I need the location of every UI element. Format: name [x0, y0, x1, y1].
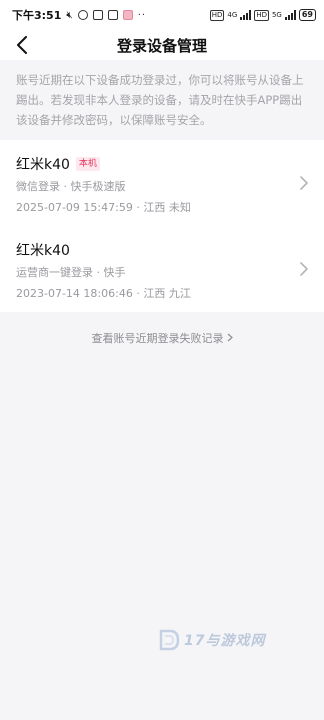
chevron-right-icon: [227, 333, 233, 342]
network-4g-icon: 4G: [227, 11, 238, 19]
device-title-line: 红米k40: [16, 240, 308, 260]
chevron-right-icon: [300, 176, 308, 190]
hd-icon: HD: [254, 9, 269, 21]
device-login-method: 微信登录 · 快手极速版: [16, 180, 126, 193]
device-login-time: 2025-07-09 15:47:59 · 江西 未知: [16, 201, 191, 214]
signal-icon: [240, 10, 252, 20]
network-5g-icon: 5G: [271, 11, 282, 19]
alarm-icon: [77, 10, 88, 20]
back-button[interactable]: [8, 32, 36, 58]
status-bar: 下午3:51 🔇︎ ·· HD 4G HD 5G 69: [0, 0, 324, 30]
device-row[interactable]: 红米k40 运营商一键登录 · 快手 2023-07-14 18:06:46 ·…: [0, 226, 324, 312]
battery-icon: 69: [298, 9, 316, 21]
watermark-text: 17与游戏网: [184, 633, 266, 649]
app-notification-icon: [107, 10, 118, 20]
signal-icon: [284, 10, 296, 20]
device-name: 红米k40: [16, 243, 70, 259]
watermark-logo-icon: [159, 629, 180, 651]
device-list: 红米k40 本机 微信登录 · 快手极速版 2025-07-09 15:47:5…: [0, 140, 324, 312]
status-left: 下午3:51 🔇︎ ··: [12, 7, 146, 23]
current-device-badge: 本机: [75, 157, 100, 171]
nav-bar: 登录设备管理: [0, 30, 324, 60]
more-notifications-icon: ··: [137, 9, 147, 21]
device-login-time: 2023-07-14 18:06:46 · 江西 九江: [16, 287, 191, 300]
device-name: 红米k40: [16, 157, 70, 173]
security-notice: 账号近期在以下设备成功登录过，你可以将账号从设备上踢出。若发现非本人登录的设备，…: [0, 60, 324, 140]
mute-icon: 🔇︎: [66, 9, 73, 21]
device-row[interactable]: 红米k40 本机 微信登录 · 快手极速版 2025-07-09 15:47:5…: [0, 140, 324, 226]
app-notification-icon: [122, 10, 133, 20]
device-title-line: 红米k40 本机: [16, 154, 308, 174]
failed-login-records-label: 查看账号近期登录失败记录: [91, 332, 224, 345]
hd-icon: HD: [209, 9, 225, 21]
watermark: 17与游戏网: [158, 628, 265, 652]
app-notification-icon: [92, 10, 103, 20]
status-right: HD 4G HD 5G 69: [209, 9, 316, 21]
chevron-right-icon: [300, 262, 308, 276]
back-arrow-icon: [17, 36, 27, 54]
device-login-method: 运营商一键登录 · 快手: [16, 266, 126, 279]
page-title: 登录设备管理: [116, 36, 207, 55]
status-time: 下午3:51: [12, 9, 62, 22]
failed-login-records-link[interactable]: 查看账号近期登录失败记录: [0, 330, 324, 346]
